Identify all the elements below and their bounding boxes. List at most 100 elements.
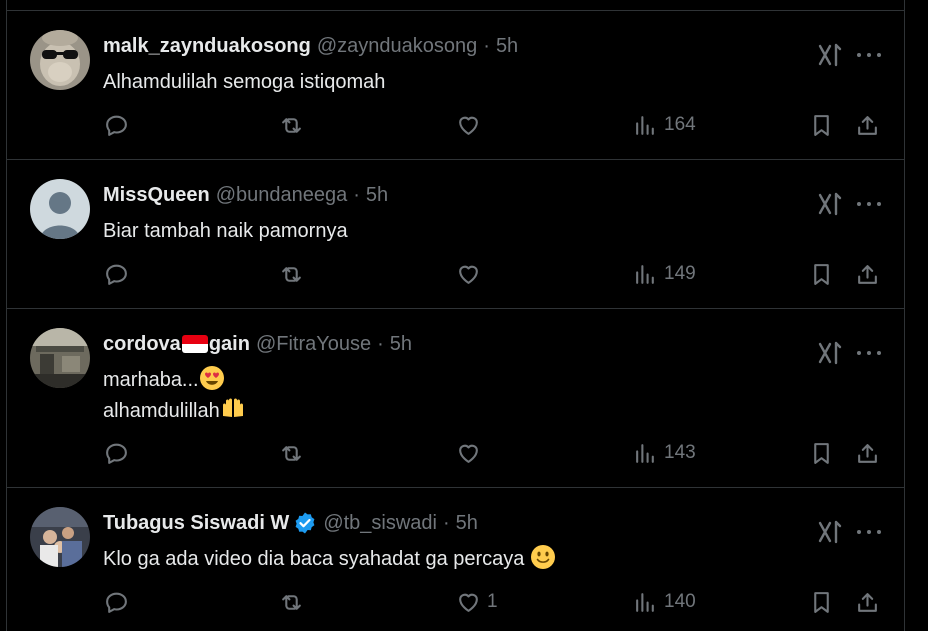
avatar[interactable] [30, 507, 90, 567]
heart-eyes-emoji [199, 366, 224, 390]
tweet-line: Klo ga ada video dia baca syahadat ga pe… [103, 544, 556, 575]
views-icon [636, 264, 654, 284]
reply-icon [106, 592, 127, 613]
views-count: 164 [664, 114, 696, 135]
like-button[interactable]: 1 [456, 587, 498, 617]
tweet-line-text: marhaba... [103, 369, 199, 391]
display-name[interactable]: malk_zaynduakosong [103, 35, 311, 58]
repost-button[interactable] [279, 438, 304, 468]
tweet-text: marhaba... alhamdulillah [103, 365, 246, 427]
tweet-line: Alhamdulilah semoga istiqomah [103, 71, 386, 93]
smiling-face-emoji [530, 545, 555, 569]
bookmark-button[interactable] [809, 110, 834, 140]
repost-icon [282, 594, 301, 610]
display-name-part: gain [208, 332, 250, 355]
like-icon [459, 116, 478, 135]
like-count: 1 [487, 591, 498, 612]
timestamp[interactable]: 5h [366, 184, 388, 207]
tweet[interactable]: malk_zaynduakosong @zaynduakosong · 5h A… [7, 11, 904, 160]
like-button[interactable] [456, 110, 487, 140]
tweet-text: Alhamdulilah semoga istiqomah [103, 67, 385, 98]
reply-button[interactable] [104, 587, 129, 617]
repost-icon [282, 445, 301, 461]
user-handle[interactable]: @tb_siswadi [323, 512, 437, 535]
repost-button[interactable] [279, 110, 304, 140]
bookmark-icon [814, 114, 829, 136]
views-button[interactable]: 149 [633, 259, 696, 289]
like-icon [459, 444, 478, 463]
display-name[interactable]: Tubagus Siswadi W [103, 512, 289, 535]
share-icon [858, 592, 877, 612]
more-icon[interactable] [857, 45, 881, 65]
tweet-line-text: Klo ga ada video dia baca syahadat ga pe… [103, 548, 525, 570]
share-icon [858, 443, 877, 463]
separator-dot: · [443, 511, 450, 534]
reply-icon [106, 264, 127, 285]
user-handle[interactable]: @bundaneega [216, 184, 348, 207]
separator-dot: · [377, 332, 384, 355]
reply-button[interactable] [104, 438, 129, 468]
display-name[interactable]: MissQueen [103, 184, 210, 207]
views-button[interactable]: 143 [633, 438, 696, 468]
tweet[interactable]: Tubagus Siswadi W @tb_siswadi · 5h Klo g… [7, 488, 904, 631]
bookmark-button[interactable] [809, 587, 834, 617]
share-button[interactable] [855, 110, 880, 140]
avatar[interactable] [30, 30, 90, 90]
tweet-header: Tubagus Siswadi W @tb_siswadi · 5h [103, 510, 478, 536]
action-bar: 149 [7, 259, 904, 289]
action-bar: 164 [7, 110, 904, 140]
tweet-header: malk_zaynduakosong @zaynduakosong · 5h [103, 33, 518, 59]
bookmark-icon [814, 263, 829, 285]
tweet-line: marhaba... [103, 365, 246, 396]
tweet[interactable]: cordova gain @FitraYouse · 5h marhaba... … [7, 309, 904, 488]
tweet-line: alhamdulillah [103, 396, 246, 427]
grok-icon[interactable] [817, 520, 843, 544]
repost-button[interactable] [279, 587, 304, 617]
like-button[interactable] [456, 438, 487, 468]
reply-button[interactable] [104, 110, 129, 140]
tweet-header: cordova gain @FitraYouse · 5h [103, 331, 412, 357]
views-icon [636, 115, 654, 135]
avatar[interactable] [30, 328, 90, 388]
tweet[interactable]: MissQueen @bundaneega · 5h Biar tambah n… [7, 160, 904, 309]
share-button[interactable] [855, 587, 880, 617]
user-handle[interactable]: @zaynduakosong [317, 35, 477, 58]
timestamp[interactable]: 5h [390, 333, 412, 356]
like-icon [459, 593, 478, 612]
timeline-column: malk_zaynduakosong @zaynduakosong · 5h A… [6, 0, 905, 631]
display-name[interactable]: cordova gain [103, 333, 250, 356]
reply-button[interactable] [104, 259, 129, 289]
views-count: 149 [664, 263, 696, 284]
bookmark-icon [814, 442, 829, 464]
grok-icon[interactable] [817, 43, 843, 67]
more-icon[interactable] [857, 194, 881, 214]
bookmark-button[interactable] [809, 438, 834, 468]
reply-icon [106, 443, 127, 464]
share-button[interactable] [855, 259, 880, 289]
indonesia-flag-emoji [181, 335, 208, 354]
share-button[interactable] [855, 438, 880, 468]
timestamp[interactable]: 5h [496, 35, 518, 58]
verified-badge-icon [295, 512, 315, 534]
tweet-header: MissQueen @bundaneega · 5h [103, 182, 388, 208]
grok-icon[interactable] [817, 192, 843, 216]
views-button[interactable]: 140 [633, 587, 696, 617]
user-handle[interactable]: @FitraYouse [256, 333, 371, 356]
views-button[interactable]: 164 [633, 110, 696, 140]
tweet-text: Biar tambah naik pamornya [103, 216, 348, 247]
share-icon [858, 264, 877, 284]
like-button[interactable] [456, 259, 487, 289]
more-icon[interactable] [857, 522, 881, 542]
views-count: 140 [664, 591, 696, 612]
avatar[interactable] [30, 179, 90, 239]
repost-icon [282, 117, 301, 133]
bookmark-icon [814, 591, 829, 613]
share-icon [858, 115, 877, 135]
more-icon[interactable] [857, 343, 881, 363]
timestamp[interactable]: 5h [456, 512, 478, 535]
views-count: 143 [664, 442, 696, 463]
grok-icon[interactable] [817, 341, 843, 365]
repost-button[interactable] [279, 259, 304, 289]
tweet-line-text: alhamdulillah [103, 400, 220, 422]
bookmark-button[interactable] [809, 259, 834, 289]
